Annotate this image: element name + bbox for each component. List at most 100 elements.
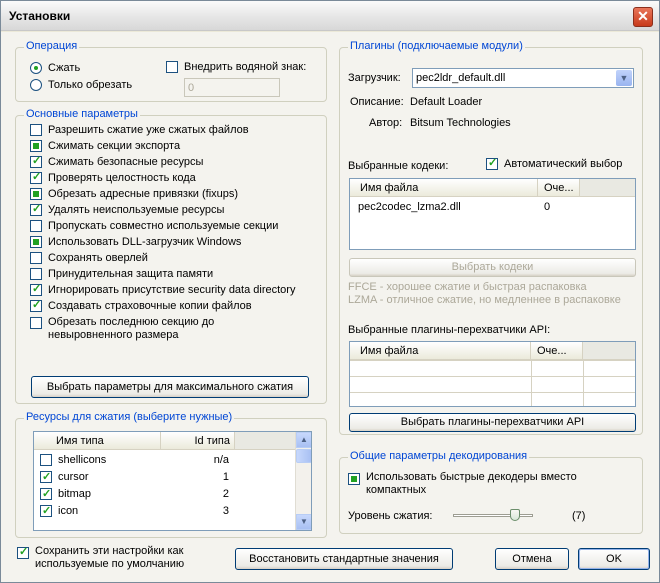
radio-trim-control[interactable] — [30, 79, 42, 91]
save-default-control[interactable] — [17, 545, 29, 559]
api-col-file[interactable]: Имя файла — [350, 342, 531, 359]
restore-defaults-button[interactable]: Восстановить стандартные значения — [235, 548, 453, 570]
resource-id: 2 — [222, 488, 229, 500]
max-compression-button[interactable]: Выбрать параметры для максимального сжат… — [31, 376, 309, 398]
resource-id: 3 — [222, 505, 229, 517]
resource-name: shellicons — [58, 454, 107, 466]
api-col-order[interactable]: Оче... — [531, 342, 583, 359]
main-param-checkbox[interactable]: Обрезать последнюю секцию до невыровненн… — [30, 316, 298, 342]
main-param-checkbox-control[interactable] — [30, 282, 42, 296]
author-value: Bitsum Technologies — [410, 117, 511, 129]
resource-checkbox[interactable] — [40, 486, 52, 502]
settings-window: Установки ✕ Операция Сжать Только обреза… — [0, 0, 660, 583]
main-param-label: Пропускать совместно используемые секции — [48, 220, 279, 232]
scroll-down-icon[interactable]: ▼ — [296, 514, 311, 530]
auto-select-checkbox[interactable]: Автоматический выбор — [486, 156, 623, 170]
main-param-checkbox-control[interactable] — [30, 188, 42, 200]
desc-label: Описание: — [350, 96, 404, 108]
loader-select[interactable]: pec2ldr_default.dll ▼ — [412, 68, 634, 88]
level-slider-track[interactable] — [453, 514, 533, 517]
main-param-checkbox[interactable]: Создавать страховочные копии файлов — [30, 298, 252, 312]
codecs-list[interactable]: Имя файла Оче... pec2codec_lzma2.dll 0 — [349, 178, 636, 250]
api-label: Выбранные плагины-перехватчики API: — [348, 324, 551, 336]
level-slider-thumb[interactable] — [510, 509, 521, 521]
scroll-up-icon[interactable]: ▲ — [296, 432, 311, 448]
save-default-checkbox[interactable]: Сохранить эти настройки как используемые… — [17, 545, 207, 571]
resource-row[interactable]: icon 3 — [34, 503, 235, 519]
codec-order: 0 — [544, 201, 551, 213]
cancel-button[interactable]: Отмена — [495, 548, 569, 570]
main-param-label: Удалять неиспользуемые ресурсы — [48, 204, 225, 216]
main-param-checkbox[interactable]: Пропускать совместно используемые секции — [30, 220, 278, 232]
main-param-checkbox-control[interactable] — [30, 236, 42, 248]
author-label: Автор: — [369, 117, 403, 129]
ok-button[interactable]: OK — [578, 548, 650, 570]
resource-row[interactable]: bitmap 2 — [34, 486, 235, 502]
main-param-checkbox-control[interactable] — [30, 268, 42, 280]
watermark-checkbox-control[interactable] — [166, 61, 178, 73]
resource-name-cell: icon — [34, 503, 161, 519]
codec-col-order[interactable]: Оче... — [538, 179, 580, 196]
main-param-checkbox[interactable]: Сжимать безопасные ресурсы — [30, 154, 203, 168]
main-param-checkbox[interactable]: Использовать DLL-загрузчик Windows — [30, 236, 241, 248]
radio-compress[interactable]: Сжать — [30, 62, 80, 74]
main-param-checkbox[interactable]: Удалять неиспользуемые ресурсы — [30, 202, 225, 216]
level-label: Уровень сжатия: — [348, 510, 433, 522]
main-param-checkbox-control[interactable] — [30, 170, 42, 184]
main-param-label: Использовать DLL-загрузчик Windows — [48, 236, 242, 248]
api-list[interactable]: Имя файла Оче... — [349, 341, 636, 407]
main-param-checkbox-control[interactable] — [30, 140, 42, 152]
choose-api-button[interactable]: Выбрать плагины-перехватчики API — [349, 413, 636, 432]
resource-checkbox[interactable] — [40, 503, 52, 519]
col-type-id[interactable]: Id типа — [161, 432, 235, 449]
main-param-checkbox[interactable]: Принудительная защита памяти — [30, 268, 213, 280]
fast-decoders-checkbox[interactable]: Использовать быстрые декодеры вместо ком… — [348, 471, 628, 497]
main-param-checkbox-control[interactable] — [30, 298, 42, 312]
main-param-checkbox-control[interactable] — [30, 154, 42, 168]
resource-name-cell: bitmap — [34, 486, 161, 502]
main-param-checkbox[interactable]: Обрезать адресные привязки (fixups) — [30, 188, 238, 200]
codec-col-file[interactable]: Имя файла — [350, 179, 538, 196]
main-param-checkbox-control[interactable] — [30, 202, 42, 216]
resource-checkbox[interactable] — [40, 454, 52, 466]
auto-select-label: Автоматический выбор — [504, 158, 623, 170]
auto-select-control[interactable] — [486, 156, 498, 170]
desc-value: Default Loader — [410, 96, 483, 108]
fast-decoders-control[interactable] — [348, 473, 360, 485]
col-type-name[interactable]: Имя типа — [34, 432, 161, 449]
main-param-checkbox-control[interactable] — [30, 252, 42, 264]
close-button[interactable]: ✕ — [633, 7, 653, 27]
main-param-checkbox-control[interactable] — [30, 124, 42, 136]
main-param-label: Создавать страховочные копии файлов — [48, 300, 252, 312]
resources-list[interactable]: Имя типа Id типа shellicons n/a cursor 1 bit… — [33, 431, 312, 531]
choose-codecs-button[interactable]: Выбрать кодеки — [349, 258, 636, 277]
radio-compress-control[interactable] — [30, 62, 42, 74]
watermark-input[interactable]: 0 — [184, 78, 280, 97]
scroll-thumb[interactable] — [296, 449, 311, 463]
resource-id: 1 — [222, 471, 229, 483]
main-param-checkbox[interactable]: Сжимать секции экспорта — [30, 140, 180, 152]
loader-value: pec2ldr_default.dll — [416, 72, 506, 84]
main-param-checkbox-control[interactable] — [30, 220, 42, 232]
resource-name: icon — [58, 505, 79, 517]
main-param-checkbox[interactable]: Сохранять оверлей — [30, 252, 148, 264]
decoding-group: Общие параметры декодирования Использова… — [339, 450, 643, 534]
main-param-checkbox[interactable]: Разрешить сжатие уже сжатых файлов — [30, 124, 249, 136]
title-bar[interactable]: Установки ✕ — [1, 1, 659, 31]
resource-row[interactable]: shellicons n/a — [34, 452, 235, 468]
radio-trim[interactable]: Только обрезать — [30, 79, 132, 91]
main-param-checkbox-control[interactable] — [30, 317, 42, 329]
resources-scrollbar[interactable]: ▲ ▼ — [295, 432, 311, 530]
main-param-checkbox[interactable]: Проверять целостность кода — [30, 170, 196, 184]
resources-legend: Ресурсы для сжатия (выберите нужные) — [24, 411, 235, 423]
decoding-legend: Общие параметры декодирования — [348, 450, 530, 462]
api-grid — [350, 360, 635, 406]
resource-checkbox[interactable] — [40, 469, 52, 485]
chevron-down-icon[interactable]: ▼ — [616, 70, 632, 86]
codec-row[interactable]: pec2codec_lzma2.dll 0 — [350, 199, 580, 215]
main-param-checkbox[interactable]: Игнорировать присутствие security data d… — [30, 282, 295, 296]
main-param-label: Разрешить сжатие уже сжатых файлов — [48, 124, 249, 136]
codecs-label: Выбранные кодеки: — [348, 160, 449, 172]
watermark-checkbox[interactable]: Внедрить водяной знак: — [166, 61, 306, 73]
resource-row[interactable]: cursor 1 — [34, 469, 235, 485]
